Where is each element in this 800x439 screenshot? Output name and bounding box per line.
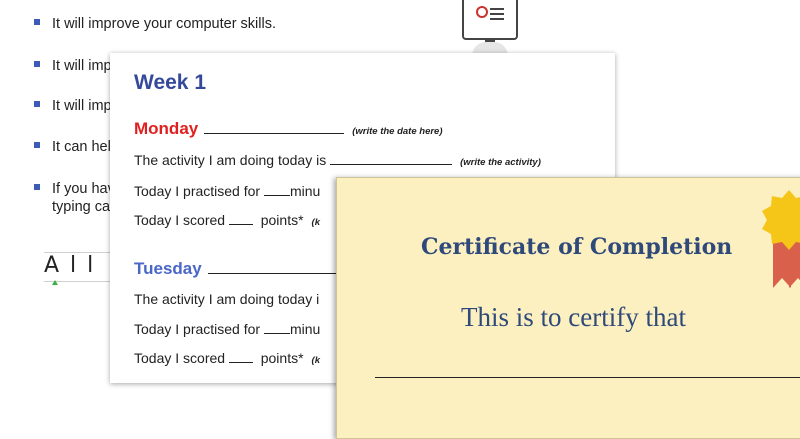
bullet-text: It will improve your computer skills. <box>52 16 276 32</box>
practised-unit: minu <box>289 321 321 337</box>
certificate: Certificate of Completion This is to cer… <box>336 177 800 439</box>
scored-unit: points* <box>260 212 304 228</box>
bullet-item: It will imp <box>34 97 112 115</box>
scored-hint: (k <box>311 217 320 228</box>
lines-icon <box>490 8 504 10</box>
bullet-item: It will improve your computer skills. <box>34 15 276 33</box>
practised-unit: minu <box>289 183 321 199</box>
bullet-marker <box>34 142 40 149</box>
scored-row: Today I scored points* (k <box>134 212 320 228</box>
date-blank <box>204 119 345 134</box>
activity-hint: (write the activity) <box>460 157 541 168</box>
minutes-blank <box>263 321 290 334</box>
scored-row: Today I scored points* (k <box>134 350 320 366</box>
activity-label: The activity I am doing today is <box>134 152 327 168</box>
date-hint: (write the date here) <box>352 126 443 137</box>
week-title: Week 1 <box>134 71 206 94</box>
scored-hint: (k <box>311 355 320 366</box>
tuesday-label: Tuesday <box>134 259 202 278</box>
certificate-subtitle: This is to certify that <box>461 302 686 332</box>
bullet-text: If you hav <box>52 181 115 197</box>
seal-icon <box>762 190 800 288</box>
cursor-marker <box>52 280 58 285</box>
activity-label: The activity I am doing today i <box>134 291 320 307</box>
monday-label: Monday <box>134 119 199 138</box>
handwriting-sample: All <box>44 252 114 282</box>
seal-star <box>762 190 800 250</box>
certificate-title: Certificate of Completion <box>421 234 733 260</box>
minutes-blank <box>263 183 290 196</box>
bullet-marker <box>34 101 40 108</box>
score-blank <box>228 212 253 225</box>
score-blank <box>228 350 253 363</box>
scored-label: Today I scored <box>134 350 226 366</box>
bullet-text: It will imp <box>52 98 112 114</box>
bullet-marker <box>34 19 40 26</box>
bullet-text: It will imp <box>52 58 112 74</box>
bullet-text: It can hel <box>52 139 111 155</box>
tuesday-heading: Tuesday <box>134 259 348 279</box>
practised-row: Today I practised for minu <box>134 183 320 199</box>
activity-row: The activity I am doing today is (write … <box>134 152 541 168</box>
practised-label: Today I practised for <box>134 183 261 199</box>
activity-row: The activity I am doing today i <box>134 291 319 307</box>
date-blank <box>207 259 348 274</box>
bullet-marker <box>34 184 40 191</box>
practised-row: Today I practised for minu <box>134 321 320 337</box>
activity-blank <box>330 152 453 165</box>
scored-label: Today I scored <box>134 212 226 228</box>
bullet-marker <box>34 61 40 68</box>
bullet-item: It will imp <box>34 57 112 75</box>
certificate-icon <box>462 0 518 46</box>
bullet-item: It can hel <box>34 138 111 156</box>
practised-label: Today I practised for <box>134 321 261 337</box>
bullet-text-continuation: typing ca <box>52 199 111 215</box>
monday-heading: Monday (write the date here) <box>134 119 443 139</box>
bullet-item: If you hav typing ca <box>34 180 115 216</box>
name-line <box>375 377 800 378</box>
ribbon-icon <box>476 6 488 18</box>
scored-unit: points* <box>260 350 304 366</box>
